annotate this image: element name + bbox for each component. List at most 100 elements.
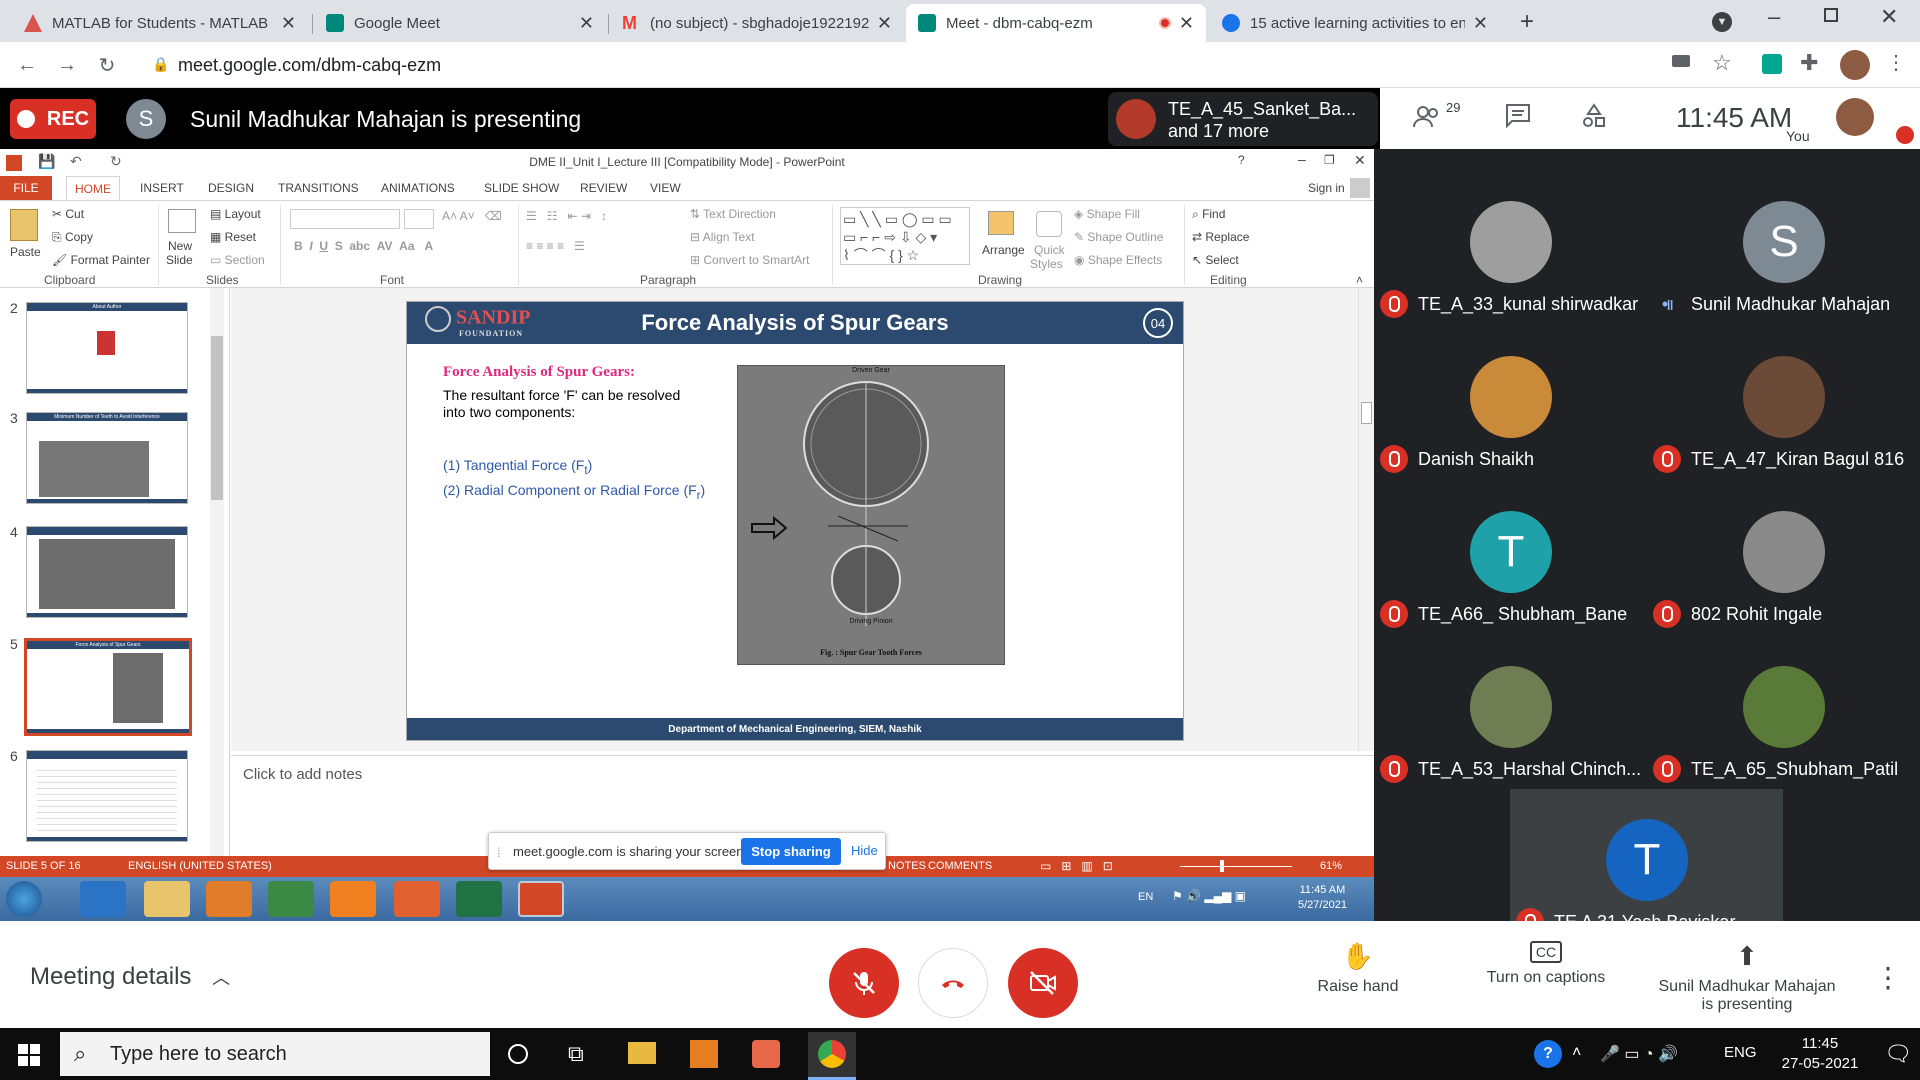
ppt-minimize-icon[interactable]: – [1298, 151, 1306, 167]
puzzle-icon[interactable]: ✚ [1800, 50, 1818, 76]
font-size-select[interactable] [404, 209, 434, 229]
slide-thumbnail-2[interactable]: About Author [26, 302, 188, 394]
tab-animations[interactable]: ANIMATIONS [381, 181, 455, 195]
font-name-select[interactable] [290, 209, 400, 229]
bookmark-star-icon[interactable]: ☆ [1712, 50, 1732, 76]
activities-icon[interactable] [1580, 102, 1608, 137]
mic-off-button[interactable] [829, 948, 899, 1018]
tab-view[interactable]: VIEW [650, 181, 681, 195]
meeting-details-button[interactable]: Meeting details ︿ [30, 963, 230, 991]
ie-icon[interactable] [80, 881, 126, 917]
notes-button[interactable]: NOTES [888, 860, 926, 872]
more-options-icon[interactable]: ⋮ [1874, 961, 1902, 994]
language-status[interactable]: ENGLISH (UNITED STATES) [128, 860, 272, 872]
windows-start-icon[interactable] [18, 1044, 40, 1066]
system-clock[interactable]: 11:45 27-05-2021 [1770, 1034, 1870, 1074]
shape-fill-button[interactable]: ◈ Shape Fill [1074, 207, 1140, 221]
close-icon[interactable]: ✕ [1473, 13, 1488, 34]
leave-call-button[interactable] [918, 948, 988, 1018]
cut-button[interactable]: ✂ Cut [52, 207, 84, 221]
quick-styles-label[interactable]: Quick [1034, 243, 1065, 257]
maximize-icon[interactable] [1824, 8, 1838, 22]
sign-in-link[interactable]: Sign in [1308, 181, 1345, 195]
close-icon[interactable]: ✕ [877, 13, 892, 34]
vlc-icon[interactable] [330, 881, 376, 917]
windows-start-icon[interactable] [6, 881, 42, 917]
media-player-icon[interactable] [206, 881, 252, 917]
format-painter-button[interactable]: 🖌 Format Painter [52, 253, 150, 267]
tab-search-icon[interactable]: ▼ [1712, 12, 1732, 32]
notifications-icon[interactable]: 🗨 [1884, 1041, 1912, 1067]
participant-tile[interactable]: TE_A_33_kunal shirwadkar [1374, 171, 1647, 326]
paste-button[interactable]: Paste [10, 245, 41, 259]
paste-icon[interactable] [10, 209, 38, 241]
cortana-icon[interactable] [508, 1044, 528, 1064]
tab-review[interactable]: REVIEW [580, 181, 627, 195]
align-buttons[interactable]: ≡ ≡ ≡ ≡ ☰ [526, 239, 585, 253]
browser-tab-matlab[interactable]: MATLAB for Students - MATLAB & ✕ [12, 4, 308, 42]
shape-effects-button[interactable]: ◉ Shape Effects [1074, 253, 1162, 267]
close-icon[interactable]: ✕ [579, 13, 594, 34]
align-text-button[interactable]: ⊟ Align Text [690, 230, 755, 244]
stop-sharing-button[interactable]: Stop sharing [741, 838, 841, 865]
tab-transitions[interactable]: TRANSITIONS [278, 181, 359, 195]
participant-tile[interactable]: T TE_A66_ Shubham_Bane [1374, 481, 1647, 636]
participant-tile[interactable]: TE_A_47_Kiran Bagul 816 [1647, 326, 1920, 481]
shapes-gallery[interactable]: ▭ ╲ ╲ ▭ ◯ ▭ ▭ ▭ ⌐ ⌐ ⇨ ⇩ ◇ ▾ ⌇ ⌒ ⌒ { } ☆ [840, 207, 970, 265]
extension-icon[interactable] [1762, 54, 1782, 74]
app-icon[interactable] [752, 1040, 780, 1068]
kebab-menu-icon[interactable]: ⋮ [1886, 50, 1906, 75]
chrome-taskbar-button[interactable] [808, 1032, 856, 1080]
new-slide-label-2[interactable]: Slide [166, 253, 193, 267]
taskbar-search-box[interactable]: ⌕ Type here to search [60, 1032, 490, 1076]
forward-icon[interactable]: → [54, 52, 80, 78]
participant-tile[interactable]: S •ıı Sunil Madhukar Mahajan [1647, 171, 1920, 326]
minimize-icon[interactable]: – [1768, 4, 1780, 30]
close-icon[interactable]: ✕ [281, 13, 296, 34]
window-close-icon[interactable]: ✕ [1880, 4, 1898, 30]
select-button[interactable]: ↖ Select [1192, 253, 1239, 267]
tab-insert[interactable]: INSERT [140, 181, 184, 195]
font-size-buttons[interactable]: A˄ A˅ ⌫ [442, 209, 502, 223]
ppt-close-icon[interactable]: ✕ [1354, 152, 1366, 169]
tab-file[interactable]: FILE [0, 176, 52, 200]
browser-tab-active-learning[interactable]: 15 active learning activities to en ✕ [1210, 4, 1500, 42]
browser-tab-gmail[interactable]: M (no subject) - sbghadoje1922192 ✕ [610, 4, 904, 42]
help-icon[interactable]: ? [1238, 153, 1245, 167]
arrange-icon[interactable] [988, 211, 1014, 235]
task-view-icon[interactable]: ⧉ [568, 1041, 584, 1067]
zoom-slider[interactable] [1180, 866, 1292, 867]
self-avatar[interactable] [1836, 98, 1874, 136]
captions-button[interactable]: CC Turn on captions [1476, 941, 1616, 987]
slide-scrollbar[interactable] [1358, 288, 1374, 751]
browser-tab-google-meet[interactable]: Google Meet ✕ [314, 4, 606, 42]
layout-button[interactable]: ▤ Layout [210, 207, 261, 221]
current-slide[interactable]: SANDIP FOUNDATION Force Analysis of Spur… [406, 301, 1184, 741]
new-tab-icon[interactable]: + [1520, 8, 1534, 36]
replace-button[interactable]: ⇄ Replace [1192, 230, 1249, 244]
chat-icon[interactable] [1504, 102, 1532, 137]
help-icon[interactable]: ? [1534, 1040, 1562, 1068]
view-buttons[interactable]: ▭ ⊞ ▥ ⊡ [1040, 859, 1113, 873]
shape-outline-button[interactable]: ✎ Shape Outline [1074, 230, 1163, 244]
profile-avatar[interactable] [1840, 50, 1870, 80]
camera-off-button[interactable] [1008, 948, 1078, 1018]
new-slide-label[interactable]: New [168, 239, 192, 253]
taskbar-language[interactable]: ENG [1724, 1044, 1757, 1061]
zoom-slider-handle[interactable] [1220, 860, 1224, 872]
slide-thumbnail-4[interactable] [26, 526, 188, 618]
chrome-icon[interactable] [268, 881, 314, 917]
participant-tile[interactable]: Danish Shaikh [1374, 326, 1647, 481]
pinned-participants[interactable]: TE_A_45_Sanket_Ba... and 17 more [1108, 92, 1378, 146]
tab-design[interactable]: DESIGN [208, 181, 254, 195]
comments-button[interactable]: COMMENTS [928, 860, 992, 872]
slide-thumbnail-3[interactable]: Minimum Number of Teeth to Avoid Interfe… [26, 412, 188, 504]
reload-icon[interactable]: ↻ [94, 52, 120, 78]
participant-tile[interactable]: TTE A 31 Yash Baviskar [1510, 789, 1783, 936]
excel-icon[interactable] [456, 881, 502, 917]
copy-button[interactable]: ⎘ Copy [52, 230, 93, 245]
arrange-button[interactable]: Arrange [982, 243, 1025, 257]
participant-tile[interactable]: 802 Rohit Ingale [1647, 481, 1920, 636]
close-icon[interactable]: ✕ [1179, 13, 1194, 34]
list-buttons[interactable]: ☰ ☷ ⇤ ⇥ ↕ [526, 209, 607, 223]
